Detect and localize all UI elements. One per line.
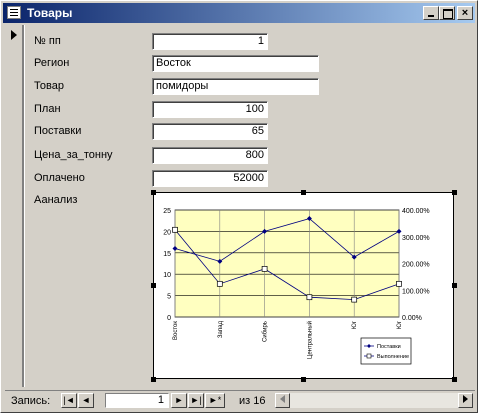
y-right-tick-label: 300.00%	[402, 235, 430, 242]
plot-area	[174, 209, 400, 318]
record-navigation-bar: Запись: |◄ ◄ 1 ► ►| ►* из 16	[5, 390, 475, 410]
horizontal-scrollbar[interactable]	[275, 393, 473, 408]
resize-handle-t[interactable]	[301, 190, 306, 195]
data-point-square	[261, 265, 268, 272]
field-label-region: Регион	[34, 57, 70, 69]
maximize-button[interactable]	[439, 6, 455, 20]
new-record-button[interactable]: ►*	[205, 393, 225, 408]
field-region-input[interactable]: Восток	[152, 55, 319, 72]
data-point-square	[216, 280, 223, 287]
current-record-arrow-icon	[11, 30, 17, 40]
resize-handle-tl[interactable]	[151, 190, 156, 195]
resize-handle-l[interactable]	[151, 283, 156, 288]
field-label-deliveries: Поставки	[34, 125, 82, 137]
title-bar[interactable]: Товары ×	[3, 3, 475, 23]
analysis-chart: 0 5 10 15 20 25 0.00% 100.00% 200.00% 300.00% 400.…	[163, 208, 430, 365]
y-left-tick-label: 10	[163, 272, 171, 279]
x-tick-label: Сибирь	[263, 321, 269, 342]
scroll-right-icon	[463, 395, 468, 403]
new-record-icon: ►*	[208, 395, 222, 405]
resize-handle-r[interactable]	[452, 283, 457, 288]
field-label-product: Товар	[34, 80, 64, 92]
previous-record-icon: ◄	[81, 395, 91, 405]
y-right-tick-label: 200.00%	[402, 262, 430, 269]
legend-marker-square	[366, 353, 372, 359]
data-point-square	[351, 296, 358, 303]
chart-label: Аанализ	[34, 194, 78, 206]
x-tick-label: Юг	[397, 320, 403, 329]
field-label-number: № пп	[34, 35, 61, 47]
field-deliveries-input[interactable]: 65	[152, 123, 268, 140]
first-record-icon: |◄	[63, 395, 75, 405]
y-left-tick-label: 20	[163, 229, 171, 236]
resize-handle-br[interactable]	[452, 377, 457, 382]
resize-handle-tr[interactable]	[452, 190, 457, 195]
y-left-tick-label: 25	[163, 208, 171, 215]
field-price-input[interactable]: 800	[152, 147, 268, 164]
next-record-button[interactable]: ►	[171, 393, 187, 408]
chart-legend	[360, 337, 412, 365]
data-point-square	[172, 226, 178, 233]
scroll-right-button[interactable]	[458, 393, 473, 408]
next-record-icon: ►	[174, 395, 184, 405]
of-label: из	[239, 395, 251, 407]
x-tick-label: Запад	[218, 321, 224, 339]
field-label-paid: Оплачено	[34, 172, 85, 184]
y-right-tick-label: 400.00%	[402, 208, 430, 215]
field-plan-input[interactable]: 100	[152, 101, 268, 118]
field-number-input[interactable]: 1	[152, 33, 268, 50]
record-label: Запись:	[11, 395, 51, 407]
x-tick-label: Юг	[352, 320, 358, 329]
field-paid-input[interactable]: 52000	[152, 170, 268, 187]
scroll-left-button[interactable]	[275, 393, 290, 408]
record-number-input[interactable]: 1	[105, 393, 169, 408]
record-selector-divider	[23, 25, 25, 387]
legend-label: Поставки	[377, 344, 401, 350]
minimize-button[interactable]	[423, 6, 439, 20]
x-tick-label: Центральный	[306, 321, 313, 359]
y-left-tick-label: 0	[167, 315, 171, 322]
y-left-tick-label: 15	[163, 251, 171, 258]
last-record-button[interactable]: ►|	[188, 393, 204, 408]
data-point-square	[396, 280, 402, 287]
close-button[interactable]: ×	[457, 6, 473, 20]
field-label-plan: План	[34, 103, 61, 115]
record-count: из 16	[239, 395, 266, 407]
previous-record-button[interactable]: ◄	[78, 393, 94, 408]
y-right-tick-label: 100.00%	[402, 288, 430, 295]
scroll-left-icon	[280, 395, 285, 403]
resize-handle-bl[interactable]	[151, 377, 156, 382]
total-records: 16	[253, 395, 266, 407]
resize-handle-b[interactable]	[301, 377, 306, 382]
y-left-tick-label: 5	[167, 294, 171, 301]
legend-label: Выполнение	[377, 354, 409, 360]
form-window: Товары × № пп 1 Регион Восток Товар поми…	[0, 0, 478, 413]
first-record-button[interactable]: |◄	[61, 393, 77, 408]
analysis-chart-frame[interactable]: 0 5 10 15 20 25 0.00% 100.00% 200.00% 300.00% 400.…	[153, 192, 454, 379]
form-icon	[7, 6, 21, 19]
field-label-price: Цена_за_тонну	[34, 149, 113, 161]
last-record-icon: ►|	[190, 395, 202, 405]
y-right-tick-label: 0.00%	[402, 315, 422, 322]
field-product-input[interactable]: помидоры	[152, 78, 319, 95]
close-icon: ×	[461, 7, 469, 19]
window-title: Товары	[27, 6, 73, 20]
data-point-square	[306, 294, 313, 301]
record-selector[interactable]	[5, 25, 23, 387]
x-tick-label: Восток	[173, 321, 179, 340]
